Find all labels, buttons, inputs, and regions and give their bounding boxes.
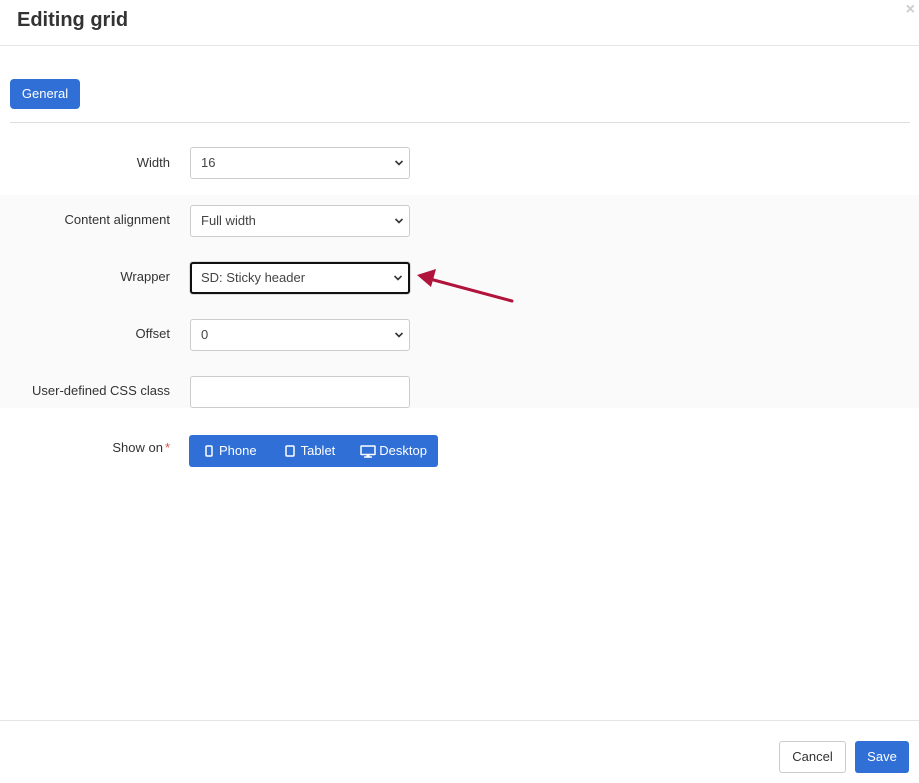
tablet-icon bbox=[284, 445, 295, 457]
form-row-show-on: Show on * Phone Tablet Desktop bbox=[0, 425, 919, 470]
chevron-down-icon bbox=[395, 218, 403, 224]
show-on-tablet-button[interactable]: Tablet bbox=[284, 435, 336, 467]
show-on-desktop-label: Desktop bbox=[379, 443, 427, 458]
dialog-title: Editing grid bbox=[17, 9, 129, 31]
show-on-label-text: Show on bbox=[112, 440, 163, 455]
show-on-desktop-button[interactable]: Desktop bbox=[360, 435, 427, 467]
css-class-input[interactable] bbox=[190, 376, 410, 408]
show-on-phone-label: Phone bbox=[219, 443, 257, 458]
chevron-down-icon bbox=[395, 160, 403, 166]
offset-select[interactable]: 0 bbox=[190, 319, 410, 351]
wrapper-select[interactable]: SD: Sticky header bbox=[190, 262, 410, 294]
wrapper-label: Wrapper bbox=[120, 269, 170, 284]
close-icon[interactable]: × bbox=[906, 2, 915, 18]
wrapper-value: SD: Sticky header bbox=[201, 270, 306, 285]
show-on-button-group: Phone Tablet Desktop bbox=[189, 435, 438, 467]
show-on-tablet-label: Tablet bbox=[300, 443, 336, 458]
show-on-label: Show on * bbox=[112, 440, 170, 455]
content-alignment-select[interactable]: Full width bbox=[190, 205, 410, 237]
phone-icon bbox=[205, 445, 213, 457]
tab-divider bbox=[10, 122, 910, 123]
form-row-css-class: User-defined CSS class bbox=[0, 366, 919, 408]
form-row-offset: Offset 0 bbox=[0, 309, 919, 366]
tab-general[interactable]: General bbox=[10, 79, 80, 109]
cancel-button[interactable]: Cancel bbox=[779, 741, 846, 773]
show-on-phone-button[interactable]: Phone bbox=[205, 435, 257, 467]
save-button[interactable]: Save bbox=[855, 741, 909, 773]
annotation-arrow-icon bbox=[417, 269, 514, 303]
width-value: 16 bbox=[201, 155, 216, 170]
content-alignment-label: Content alignment bbox=[64, 212, 170, 227]
required-mark: * bbox=[164, 440, 170, 455]
content-alignment-value: Full width bbox=[201, 213, 256, 228]
offset-label: Offset bbox=[135, 326, 170, 341]
css-class-label: User-defined CSS class bbox=[32, 383, 170, 398]
width-select[interactable]: 16 bbox=[190, 147, 410, 179]
desktop-icon bbox=[360, 444, 377, 458]
form-row-content-alignment: Content alignment Full width bbox=[0, 195, 919, 252]
chevron-down-icon bbox=[394, 275, 402, 281]
chevron-down-icon bbox=[395, 332, 403, 338]
dialog-header: Editing grid × bbox=[0, 0, 919, 46]
offset-value: 0 bbox=[201, 327, 209, 342]
width-label: Width bbox=[136, 155, 170, 170]
